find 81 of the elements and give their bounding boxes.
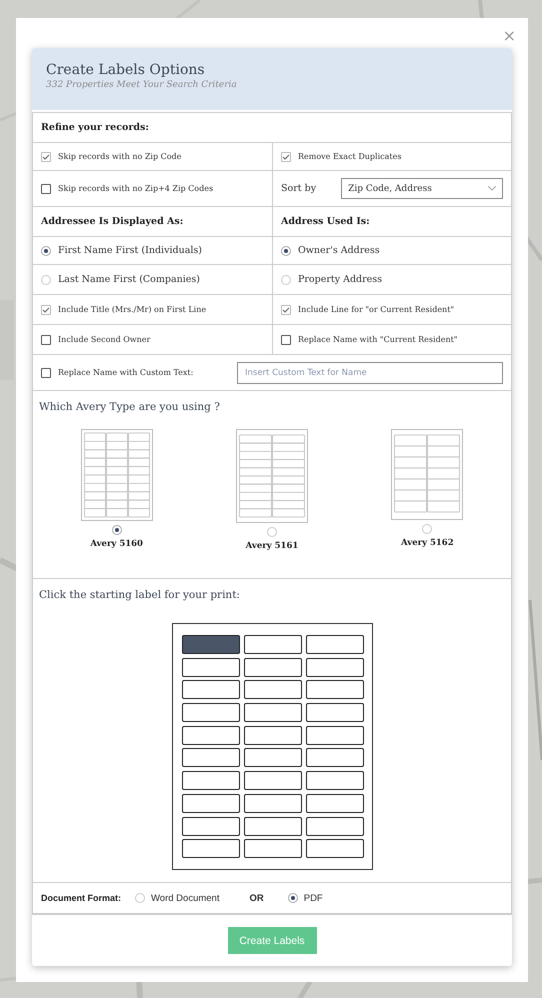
section-heading: Which Avery Type are you using ? (39, 401, 221, 413)
label-slot[interactable] (182, 816, 240, 836)
label-slot[interactable] (244, 748, 302, 768)
label-slot[interactable] (306, 658, 364, 677)
option-label: Include Title (Mrs./Mr) on First Line (58, 305, 206, 314)
label-slot[interactable] (244, 635, 302, 654)
label-slot[interactable] (244, 839, 302, 858)
label-slot[interactable] (244, 703, 302, 722)
label-slot[interactable] (244, 771, 302, 790)
section-heading: Addressee Is Displayed As: (41, 216, 184, 227)
create-labels-button[interactable]: Create Labels (228, 927, 316, 954)
label-sheet-icon (236, 429, 308, 523)
option-label: Property Address (298, 274, 382, 285)
label-slot[interactable] (182, 771, 240, 790)
avery-type-label: Avery 5160 (90, 539, 143, 549)
section-heading: Refine your records: (41, 122, 149, 133)
option-label: Remove Exact Duplicates (298, 152, 402, 161)
section-heading: Click the starting label for your print: (39, 589, 241, 601)
label-slot[interactable] (244, 658, 302, 677)
dialog-subtitle: 332 Properties Meet Your Search Criteria (46, 80, 238, 90)
label-slot[interactable] (182, 680, 240, 700)
radio-button[interactable] (281, 246, 291, 256)
radio-button[interactable] (281, 274, 291, 284)
label-slot[interactable] (306, 635, 364, 654)
label-slot[interactable] (244, 726, 302, 745)
label-slot[interactable] (306, 726, 364, 745)
checkbox[interactable] (41, 368, 51, 378)
label-slot[interactable] (244, 680, 302, 700)
label-sheet-icon (391, 429, 464, 520)
label-slot[interactable] (306, 816, 364, 836)
checkbox[interactable] (281, 152, 291, 162)
format-label: Document Format: (41, 893, 122, 903)
dialog-title: Create Labels Options (46, 62, 206, 78)
label-slot[interactable] (182, 726, 240, 745)
option-label: Replace Name with Custom Text: (58, 368, 194, 377)
close-button[interactable]: × (500, 26, 518, 45)
checkbox[interactable] (41, 334, 51, 344)
label-slot[interactable] (306, 680, 364, 700)
custom-text-field[interactable]: Insert Custom Text for Name (237, 362, 503, 384)
sort-select[interactable]: Zip Code, Address (341, 178, 503, 199)
label-slot[interactable] (306, 839, 364, 858)
checkbox[interactable] (41, 152, 51, 162)
option-label: Skip records with no Zip+4 Zip Codes (58, 184, 214, 193)
label-slot[interactable] (182, 794, 240, 813)
section-heading: Address Used Is: (281, 216, 370, 227)
option-label: Last Name First (Companies) (58, 274, 200, 285)
label-sheet-icon (80, 429, 153, 521)
label-slot[interactable] (244, 794, 302, 813)
checkbox[interactable] (41, 304, 51, 314)
avery-type-label: Avery 5161 (246, 541, 298, 551)
radio-button[interactable] (266, 527, 277, 537)
option-label: First Name First (Individuals) (58, 245, 202, 256)
radio-button[interactable] (422, 524, 432, 534)
checkbox[interactable] (281, 334, 291, 344)
option-label: Include Line for "or Current Resident" (298, 305, 454, 314)
checkbox[interactable] (281, 304, 291, 314)
option-label: Word Document (151, 892, 220, 904)
radio-button[interactable] (135, 893, 146, 903)
label-slot[interactable] (306, 794, 364, 813)
option-label: Skip records with no Zip Code (58, 152, 182, 161)
option-label: Include Second Owner (58, 335, 150, 344)
radio-button[interactable] (112, 525, 122, 535)
radio-button[interactable] (41, 274, 51, 284)
sort-label: Sort by (281, 183, 316, 194)
radio-button[interactable] (41, 246, 51, 256)
radio-button[interactable] (288, 893, 298, 903)
label-slot[interactable] (182, 703, 240, 722)
label-slot[interactable] (182, 748, 240, 768)
label-slot[interactable] (182, 839, 240, 858)
avery-type-label: Avery 5162 (401, 538, 454, 548)
label-slot[interactable] (306, 748, 364, 768)
chevron-down-icon (488, 186, 496, 191)
label-slot[interactable] (306, 703, 364, 722)
or-text: OR (249, 892, 264, 904)
option-label: Owner's Address (298, 245, 380, 256)
option-label: Replace Name with "Current Resident" (298, 335, 458, 344)
checkbox[interactable] (41, 184, 51, 194)
label-slot[interactable] (182, 658, 240, 677)
label-slot[interactable] (244, 816, 302, 836)
label-slot[interactable] (306, 771, 364, 790)
option-label: PDF (304, 892, 323, 904)
